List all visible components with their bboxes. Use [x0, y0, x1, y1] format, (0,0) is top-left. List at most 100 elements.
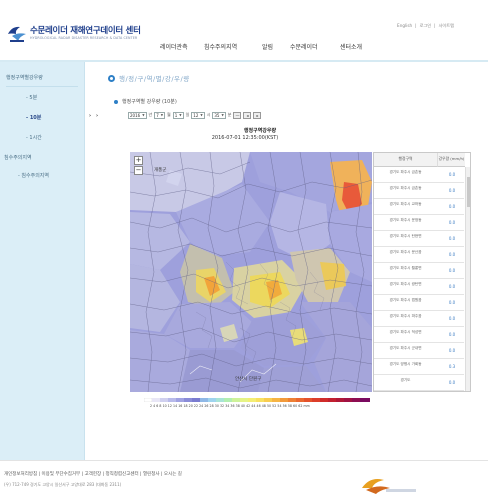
util-separator: |: [415, 23, 417, 28]
rainfall-value: 0.0: [448, 252, 456, 257]
chevron-down-icon: ▼: [179, 113, 182, 117]
site-subtitle: HYDROLOGICAL RADAR DISASTER RESEARCH & D…: [30, 36, 138, 40]
site-footer: 개인정보처리방침 | 이용및 무단수집거부 | 고객헌장 | 정직청렴신고센터 …: [0, 460, 488, 504]
page-heading: 행/정/구/역/별/강/우/량: [108, 73, 190, 83]
table-row[interactable]: 경기도 파주시 금촌동 0.0: [374, 183, 464, 199]
sidebar-section-flood-caution[interactable]: 침수주의지역: [4, 154, 32, 161]
rainfall-table: 행정구역 강우량 (mm/h) 경기도 파주시 금촌동 0.0 경기도 파주시 금촌…: [373, 152, 471, 392]
next-time-button[interactable]: ▸: [253, 111, 262, 119]
hour-unit: 시: [206, 112, 211, 117]
map-canvas: [130, 152, 372, 392]
minute-select[interactable]: 35 ▼: [212, 111, 226, 119]
english-link[interactable]: English: [397, 23, 412, 29]
zoom-in-button[interactable]: +: [134, 156, 143, 165]
table-row[interactable]: 경기도 파주시 금촌동 0.0: [374, 167, 464, 183]
table-row[interactable]: 경기도 파주시 적성면 0.0: [374, 327, 464, 343]
main-nav: 레이더관측 침수주의지역 알림 수문레이더 센터소개: [160, 42, 460, 54]
region-name: 경기도 파주시 광탄면: [389, 282, 422, 286]
footer-logo-icon: [362, 479, 416, 494]
ring-bullet-icon: [108, 74, 115, 82]
util-separator: |: [434, 23, 436, 28]
map-title: 행정구역강우량: [243, 128, 277, 134]
login-link[interactable]: 로그인: [420, 23, 432, 29]
rainfall-value: 0.0: [448, 188, 456, 193]
hour-select[interactable]: 12 ▼: [191, 111, 205, 119]
day-select[interactable]: 1 ▼: [172, 111, 184, 119]
chevron-down-icon: ▼: [142, 113, 145, 117]
chevron-right-icon[interactable]: ›: [96, 113, 98, 119]
region-name: 경기도 파주시 법원읍: [389, 298, 422, 302]
scrollbar-thumb[interactable]: [467, 177, 470, 207]
rainfall-value: 0.0: [448, 348, 456, 353]
region-name: 경기도 파주시 월롱면: [389, 266, 422, 270]
center-logo-icon[interactable]: [6, 24, 28, 44]
sidebar-item-10min[interactable]: - 10분: [26, 114, 41, 121]
table-row[interactable]: 경기도 파주시 탄현면 0.0: [374, 231, 464, 247]
zoom-out-button[interactable]: −: [134, 166, 143, 175]
region-name: 경기도 파주시 군내면: [389, 346, 422, 350]
chevron-right-icon[interactable]: ›: [89, 113, 91, 119]
year-select[interactable]: 2016 ▼: [128, 111, 147, 119]
nav-radar-observation[interactable]: 레이더관측: [160, 42, 188, 51]
dot-bullet-icon: [114, 99, 118, 104]
site-title[interactable]: 수문레이더 재해연구데이터 센터: [30, 24, 141, 36]
section-title: 행정구역별 강우량 (10분): [122, 99, 177, 105]
legend-color-bar: [144, 398, 370, 402]
rainfall-value: 0.0: [448, 332, 456, 337]
page-title: 행/정/구/역/별/강/우/량: [119, 75, 190, 83]
footer-divider: [0, 460, 488, 461]
table-row[interactable]: 경기도 파주시 군내면 0.0: [374, 343, 464, 359]
table-scrollbar[interactable]: [465, 167, 470, 391]
table-row[interactable]: 경기도 0.0: [374, 375, 464, 391]
nav-center-intro[interactable]: 센터소개: [340, 42, 362, 51]
rainfall-value: 0.0: [448, 204, 456, 209]
region-name: 경기도 파주시 운정동: [389, 218, 422, 222]
rainfall-value: 0.0: [448, 316, 456, 321]
legend-tick-labels: 2 4 6 8 10 12 14 16 18 20 22 24 26 28 30…: [150, 404, 310, 408]
nav-hydro-radar[interactable]: 수문레이더: [290, 42, 318, 51]
table-row[interactable]: 경기도 파주시 교하동 0.0: [374, 199, 464, 215]
table-row[interactable]: 경기도 파주시 파주읍 0.0: [374, 311, 464, 327]
footer-links[interactable]: 개인정보처리방침 | 이용및 무단수집거부 | 고객헌장 | 정직청렴신고센터 …: [4, 471, 182, 477]
month-unit: 월: [167, 112, 171, 117]
site-header: 수문레이더 재해연구데이터 센터 HYDROLOGICAL RADAR DISA…: [0, 0, 488, 62]
table-row[interactable]: 경기도 파주시 운정동 0.0: [374, 215, 464, 231]
rainfall-value: 0.0: [448, 220, 456, 225]
chevron-down-icon: ▼: [160, 113, 164, 117]
rainfall-value: 0.0: [448, 268, 456, 273]
prev-time-button[interactable]: ◂: [243, 111, 252, 119]
month-select[interactable]: 7 ▼: [154, 111, 166, 119]
rainfall-value: 0.0: [448, 284, 456, 289]
region-name: 경기도 파주시 금촌동: [389, 170, 422, 174]
reset-button[interactable]: —: [233, 111, 242, 119]
table-row[interactable]: 경기도 파주시 법원읍 0.0: [374, 295, 464, 311]
datetime-controls: 2016 ▼ 년 7 ▼ 월 1 ▼ 일 12 ▼ 시 35 ▼ 분 — ◂ ▸: [128, 111, 262, 119]
sitemap-link[interactable]: 사이트맵: [439, 23, 454, 29]
column-header-region: 행정구역: [374, 153, 437, 167]
region-name: 경기도 파주시 탄현면: [389, 234, 422, 238]
table-row[interactable]: 경기도 파주시 광탄면 0.0: [374, 279, 464, 295]
map-label-north: 개풍군: [154, 168, 167, 173]
nav-notice[interactable]: 알림: [262, 42, 273, 51]
rainfall-value: 0.0: [448, 380, 456, 385]
sidebar-item-5min[interactable]: - 5분: [26, 94, 37, 101]
day-unit: 일: [185, 112, 190, 117]
region-name: 경기도 파주시 문산읍: [389, 250, 422, 254]
table-row[interactable]: 경기도 파주시 월롱면 0.0: [374, 263, 464, 279]
rainfall-map[interactable]: + − 개풍군 안산시 단원구: [130, 152, 372, 392]
section-heading: 행정구역별 강우량 (10분): [114, 98, 177, 105]
nav-flood-caution[interactable]: 침수주의지역: [204, 42, 237, 51]
column-header-rainfall: 강우량 (mm/h): [437, 153, 465, 167]
sidebar-item-1hour[interactable]: - 1시간: [26, 134, 42, 141]
region-name: 경기도: [400, 378, 411, 382]
table-row[interactable]: 경기도 파주시 문산읍 0.0: [374, 247, 464, 263]
sidebar-item-flood-caution[interactable]: - 침수주의지역: [18, 172, 49, 179]
table-row[interactable]: 경기도 양평시 가회동 0.3: [374, 359, 464, 375]
sidebar-section-district-rainfall[interactable]: 행정구역별강우량: [6, 74, 43, 81]
rainfall-value: 0.3: [448, 364, 456, 369]
rainfall-legend: 2 4 6 8 10 12 14 16 18 20 22 24 26 28 30…: [144, 398, 370, 410]
map-label-south: 안산시 단원구: [235, 377, 262, 382]
region-name: 경기도 파주시 금촌동: [389, 186, 422, 190]
region-name: 경기도 파주시 파주읍: [389, 314, 422, 318]
rainfall-value: 0.0: [448, 172, 456, 177]
